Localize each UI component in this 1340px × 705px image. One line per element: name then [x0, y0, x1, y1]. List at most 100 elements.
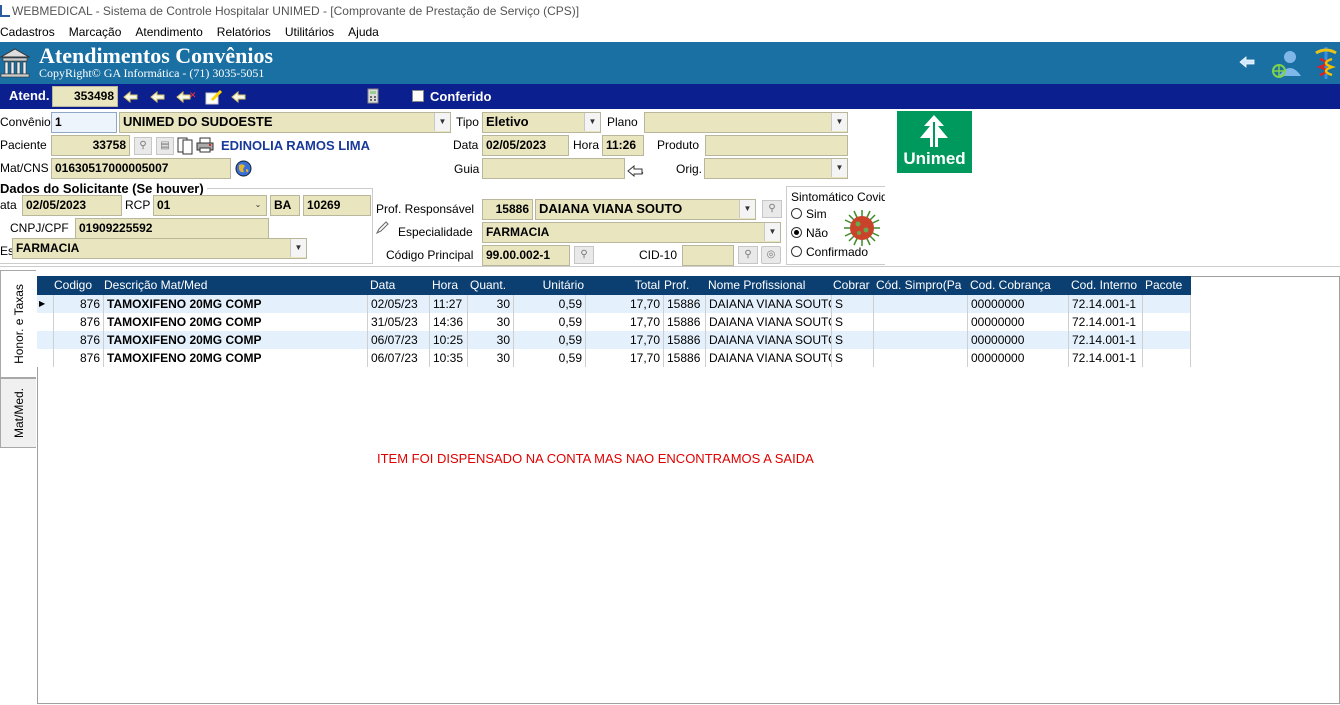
table-row[interactable]: ▶ 876 TAMOXIFENO 20MG COMP 02/05/23 11:27 30 0…	[37, 295, 1191, 313]
table-cell: S	[832, 349, 874, 367]
col-data[interactable]: Data	[370, 276, 430, 295]
table-cell: 17,70	[586, 295, 664, 313]
binoculars-search-icon[interactable]: ⚲	[574, 246, 594, 264]
table-cell: 15886	[664, 295, 706, 313]
produto-field[interactable]	[705, 135, 848, 156]
hora-field[interactable]: 11:26	[602, 135, 644, 156]
back-arrow-icon[interactable]	[1238, 56, 1256, 68]
tab-mat-med[interactable]: Mat/Med.	[0, 378, 36, 448]
next-record-icon[interactable]	[231, 91, 249, 103]
col-cod-simpro[interactable]: Cód. Simpro(Pa	[876, 276, 968, 295]
solicitante-especialidade-select[interactable]: FARMACIA ▼	[12, 238, 307, 259]
binoculars-search-icon[interactable]: ⚲	[762, 200, 782, 218]
table-row[interactable]: 876 TAMOXIFENO 20MG COMP 31/05/23 14:36 30 0,…	[37, 313, 1191, 331]
menu-atendimento[interactable]: Atendimento	[135, 25, 202, 39]
printer-icon[interactable]	[196, 137, 214, 153]
rcp-label: RCP	[125, 198, 151, 212]
chevron-down-icon[interactable]: ▼	[739, 200, 755, 218]
col-cod-interno[interactable]: Cod. Interno	[1071, 276, 1143, 295]
table-cell: 0,59	[514, 313, 586, 331]
binoculars-search-icon[interactable]: ⚲	[134, 137, 152, 155]
table-cell: 02/05/23	[368, 295, 430, 313]
menu-relatorios[interactable]: Relatórios	[217, 25, 271, 39]
menu-marcacao[interactable]: Marcação	[69, 25, 122, 39]
menu-utilitarios[interactable]: Utilitários	[285, 25, 334, 39]
col-prof[interactable]: Prof.	[664, 276, 704, 295]
table-row[interactable]: 876 TAMOXIFENO 20MG COMP 06/07/23 10:35 30 0,…	[37, 349, 1191, 367]
row-indicator[interactable]	[37, 349, 54, 367]
chevron-down-icon[interactable]: ▼	[584, 113, 600, 131]
row-pointer-icon[interactable]: ▶	[37, 295, 54, 313]
atend-number-field[interactable]: 353498	[52, 86, 118, 107]
covid-option-sim[interactable]: Sim	[791, 205, 827, 223]
cnpj-field[interactable]: 01909225592	[75, 218, 269, 239]
card-icon[interactable]	[177, 137, 193, 155]
row-indicator[interactable]	[37, 331, 54, 349]
menu-cadastros[interactable]: Cadastros	[0, 25, 55, 39]
solicitante-data-field[interactable]: 02/05/2023	[22, 195, 122, 216]
table-cell: DAIANA VIANA SOUTO	[706, 313, 832, 331]
col-unitario[interactable]: Unitário	[514, 276, 584, 295]
chevron-down-icon[interactable]: ▼	[831, 159, 847, 177]
table-cell: 15886	[664, 349, 706, 367]
guia-field[interactable]	[482, 158, 625, 179]
chevron-down-icon[interactable]: ⌄	[250, 196, 266, 214]
calculator-icon[interactable]	[367, 88, 379, 104]
col-cobrar[interactable]: Cobrar	[833, 276, 871, 295]
convenio-code-field[interactable]: 1	[51, 112, 117, 133]
conferido-checkbox[interactable]	[412, 90, 424, 102]
pen-icon[interactable]	[375, 221, 389, 235]
delete-record-icon[interactable]: ✕	[176, 89, 196, 105]
menu-ajuda[interactable]: Ajuda	[348, 25, 379, 39]
matcns-field[interactable]: 01630517000005007	[51, 158, 231, 179]
col-quant[interactable]: Quant.	[470, 276, 512, 295]
covid-option-nao[interactable]: Não	[791, 224, 828, 242]
user-icon[interactable]	[1270, 48, 1304, 80]
prev-record-icon[interactable]	[150, 91, 168, 103]
table-cell: S	[832, 331, 874, 349]
col-codigo[interactable]: Codigo	[54, 276, 98, 295]
rcp-select[interactable]: 01 ⌄	[153, 195, 267, 216]
chevron-down-icon[interactable]: ▼	[764, 223, 780, 241]
plano-select[interactable]: ▼	[644, 112, 848, 133]
table-cell: 30	[468, 295, 514, 313]
orig-select[interactable]: ▼	[704, 158, 848, 179]
pointer-hand-icon[interactable]: ›	[627, 165, 647, 177]
paciente-name: EDINOLIA RAMOS LIMA	[221, 138, 371, 153]
tab-honor-taxas[interactable]: Honor. e Taxas	[0, 270, 36, 378]
target-icon[interactable]: ◎	[761, 246, 781, 264]
uf-field[interactable]: BA	[270, 195, 300, 216]
col-nome-profissional[interactable]: Nome Profissional	[708, 276, 830, 295]
col-cod-cobranca[interactable]: Cod. Cobrança	[970, 276, 1068, 295]
document-icon[interactable]: ▤	[156, 137, 174, 155]
convenio-name: UNIMED DO SUDOESTE	[123, 114, 273, 129]
especialidade-label: Especialidade	[398, 225, 473, 239]
edit-record-icon[interactable]	[204, 88, 224, 106]
radio-confirmado[interactable]	[791, 246, 802, 257]
globe-icon[interactable]	[235, 160, 252, 177]
chevron-down-icon[interactable]: ▼	[434, 113, 450, 131]
chevron-down-icon[interactable]: ▼	[831, 113, 847, 131]
especialidade-select[interactable]: FARMACIA ▼	[482, 222, 781, 243]
data-field[interactable]: 02/05/2023	[482, 135, 569, 156]
row-indicator[interactable]	[37, 313, 54, 331]
binoculars-search-icon[interactable]: ⚲	[738, 246, 758, 264]
cid-field[interactable]	[682, 245, 734, 266]
paciente-code-field[interactable]: 33758	[51, 135, 130, 156]
tipo-select[interactable]: Eletivo ▼	[482, 112, 601, 133]
prof-name-select[interactable]: DAIANA VIANA SOUTO ▼	[535, 199, 756, 220]
col-hora[interactable]: Hora	[432, 276, 466, 295]
codigo-principal-field[interactable]: 99.00.002-1	[482, 245, 570, 266]
table-row[interactable]: 876 TAMOXIFENO 20MG COMP 06/07/23 10:25 30 0,…	[37, 331, 1191, 349]
radio-sim[interactable]	[791, 208, 802, 219]
convenio-select[interactable]: UNIMED DO SUDOESTE ▼	[119, 112, 451, 133]
radio-nao[interactable]	[791, 227, 802, 238]
prof-code-field[interactable]: 15886	[482, 199, 533, 220]
first-record-icon[interactable]	[123, 91, 141, 103]
col-pacote[interactable]: Pacote	[1145, 276, 1191, 295]
registro-field[interactable]: 10269	[303, 195, 371, 216]
chevron-down-icon[interactable]: ▼	[290, 239, 306, 257]
col-total[interactable]: Total	[586, 276, 660, 295]
table-cell: 15886	[664, 313, 706, 331]
col-descricao[interactable]: Descrição Mat/Med	[104, 276, 366, 295]
